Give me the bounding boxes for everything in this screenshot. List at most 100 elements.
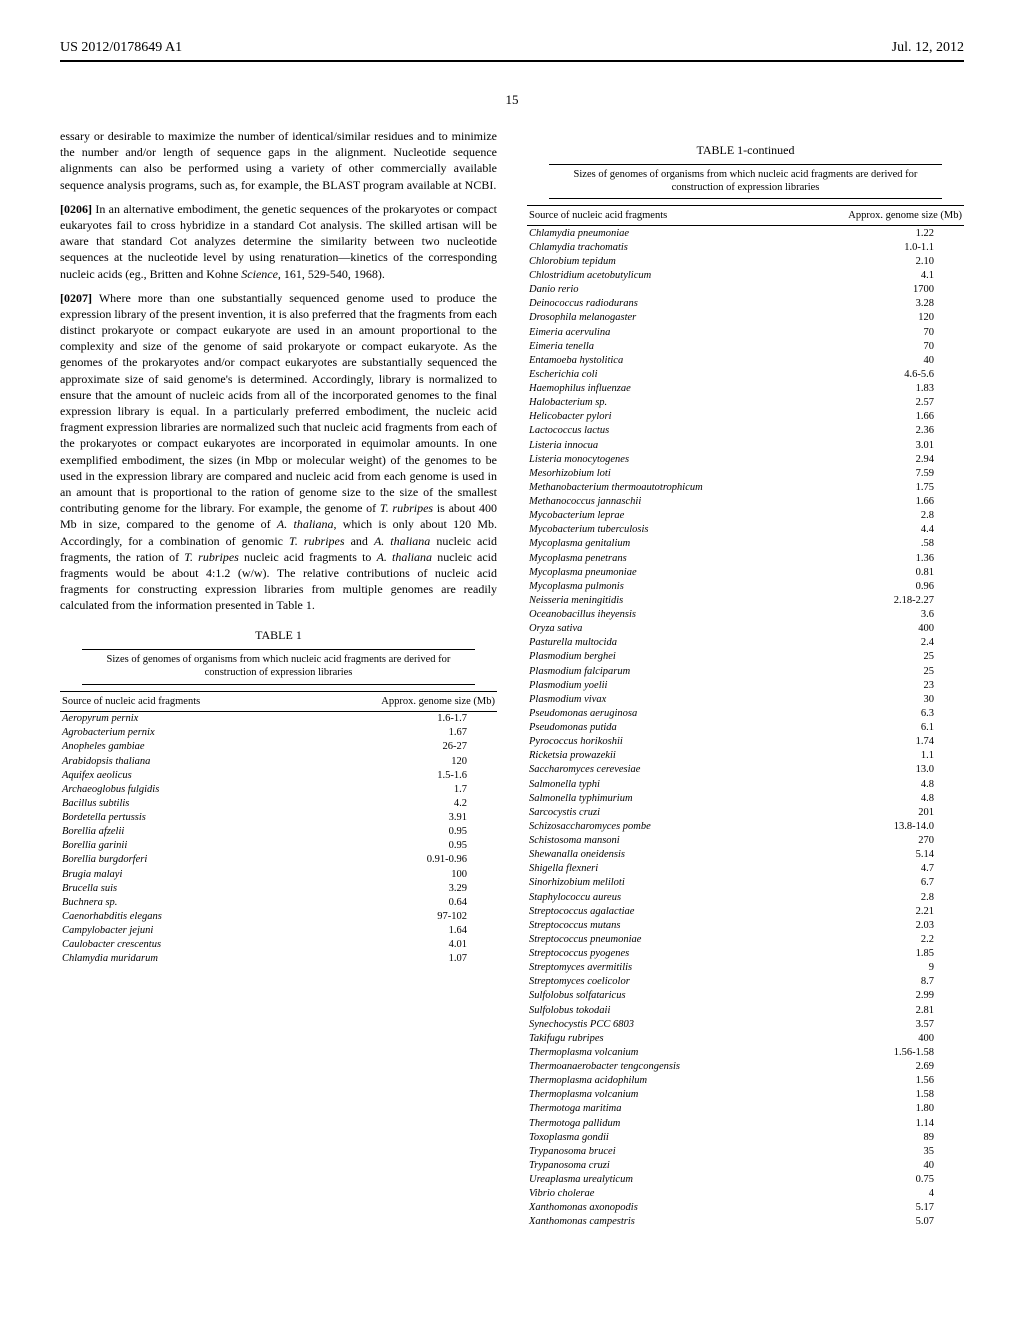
table-row: Thermoanaerobacter tengcongensis2.69 bbox=[527, 1060, 964, 1074]
table-row: Mycobacterium leprae2.8 bbox=[527, 509, 964, 523]
table-row: Plasmodium yoelii23 bbox=[527, 678, 964, 692]
organism-cell: Takifugu rubripes bbox=[527, 1031, 790, 1045]
genome-size-cell: 0.95 bbox=[299, 839, 497, 853]
organism-cell: Toxoplasma gondii bbox=[527, 1130, 790, 1144]
genome-size-cell: 2.2 bbox=[790, 932, 964, 946]
genome-size-cell: 5.07 bbox=[790, 1215, 964, 1229]
genome-size-cell: 13.0 bbox=[790, 763, 964, 777]
genome-size-cell: 1.5-1.6 bbox=[299, 768, 497, 782]
organism-cell: Thermoanaerobacter tengcongensis bbox=[527, 1060, 790, 1074]
organism-cell: Schizosaccharomyces pombe bbox=[527, 819, 790, 833]
table-row: Halobacterium sp.2.57 bbox=[527, 396, 964, 410]
organism-cell: Mycobacterium leprae bbox=[527, 509, 790, 523]
species-thaliana-1: A. thaliana bbox=[277, 517, 334, 531]
genome-size-cell: 23 bbox=[790, 678, 964, 692]
organism-cell: Mycoplasma pneumoniae bbox=[527, 565, 790, 579]
species-rubripes-1: T. rubripes bbox=[380, 501, 433, 515]
genome-size-cell: 40 bbox=[790, 1158, 964, 1172]
table-row: Methanococcus jannaschii1.66 bbox=[527, 495, 964, 509]
para-0206-tail: 161, 529-540, 1968). bbox=[281, 267, 385, 281]
table-row: Thermotoga pallidum1.14 bbox=[527, 1116, 964, 1130]
genome-size-cell: 2.57 bbox=[790, 396, 964, 410]
genome-size-cell: 1.58 bbox=[790, 1088, 964, 1102]
organism-cell: Sulfolobus tokodaii bbox=[527, 1003, 790, 1017]
para-number-0207: [0207] bbox=[60, 291, 92, 305]
organism-cell: Buchnera sp. bbox=[60, 895, 299, 909]
table-row: Archaeoglobus fulgidis1.7 bbox=[60, 782, 497, 796]
organism-cell: Plasmodium falciparum bbox=[527, 664, 790, 678]
organism-cell: Bordetella pertussis bbox=[60, 811, 299, 825]
genome-size-cell: 4.2 bbox=[299, 796, 497, 810]
genome-size-cell: 2.69 bbox=[790, 1060, 964, 1074]
species-thaliana-3: A. thaliana bbox=[377, 550, 432, 564]
citation-science: Science, bbox=[241, 267, 281, 281]
organism-cell: Salmonella typhi bbox=[527, 777, 790, 791]
organism-cell: Danio rerio bbox=[527, 283, 790, 297]
organism-cell: Aeropyrum pernix bbox=[60, 711, 299, 726]
table1-col-size: Approx. genome size (Mb) bbox=[299, 692, 497, 712]
organism-cell: Thermotoga pallidum bbox=[527, 1116, 790, 1130]
organism-cell: Staphylococcu aureus bbox=[527, 890, 790, 904]
table-row: Borellia garinii0.95 bbox=[60, 839, 497, 853]
organism-cell: Streptococcus agalactiae bbox=[527, 904, 790, 918]
genome-size-cell: 40 bbox=[790, 353, 964, 367]
table-row: Mycoplasma pulmonis0.96 bbox=[527, 579, 964, 593]
doc-number: US 2012/0178649 A1 bbox=[60, 40, 182, 56]
table-row: Mycoplasma penetrans1.36 bbox=[527, 551, 964, 565]
genome-size-cell: 1.22 bbox=[790, 226, 964, 241]
genome-size-cell: 0.64 bbox=[299, 895, 497, 909]
organism-cell: Streptococcus mutans bbox=[527, 918, 790, 932]
organism-cell: Salmonella typhimurium bbox=[527, 791, 790, 805]
genome-size-cell: 26-27 bbox=[299, 740, 497, 754]
genome-size-cell: 3.28 bbox=[790, 297, 964, 311]
paragraph-0206: [0206] In an alternative embodiment, the… bbox=[60, 201, 497, 282]
organism-cell: Pseudomonas aeruginosa bbox=[527, 706, 790, 720]
organism-cell: Mycoplasma penetrans bbox=[527, 551, 790, 565]
genome-size-cell: 1700 bbox=[790, 283, 964, 297]
genome-size-cell: 1.66 bbox=[790, 495, 964, 509]
table-row: Thermotoga maritima1.80 bbox=[527, 1102, 964, 1116]
two-column-body: essary or desirable to maximize the numb… bbox=[60, 128, 964, 1229]
genome-size-cell: 8.7 bbox=[790, 975, 964, 989]
table-row: Chlamydia trachomatis1.0-1.1 bbox=[527, 240, 964, 254]
genome-size-cell: 2.81 bbox=[790, 1003, 964, 1017]
table-row: Toxoplasma gondii89 bbox=[527, 1130, 964, 1144]
organism-cell: Mycoplasma genitalium bbox=[527, 537, 790, 551]
organism-cell: Saccharomyces cerevesiae bbox=[527, 763, 790, 777]
organism-cell: Thermoplasma acidophilum bbox=[527, 1074, 790, 1088]
table-row: Schistosoma mansoni270 bbox=[527, 834, 964, 848]
genome-size-cell: .58 bbox=[790, 537, 964, 551]
organism-cell: Trypanosoma brucei bbox=[527, 1144, 790, 1158]
left-column: essary or desirable to maximize the numb… bbox=[60, 128, 497, 1229]
table-row: Listeria monocytogenes2.94 bbox=[527, 452, 964, 466]
genome-size-cell: 270 bbox=[790, 834, 964, 848]
genome-size-cell: 13.8-14.0 bbox=[790, 819, 964, 833]
organism-cell: Sulfolobus solfataricus bbox=[527, 989, 790, 1003]
table-row: Buchnera sp.0.64 bbox=[60, 895, 497, 909]
organism-cell: Streptomyces coelicolor bbox=[527, 975, 790, 989]
table-row: Oryza sativa400 bbox=[527, 622, 964, 636]
table-row: Pseudomonas aeruginosa6.3 bbox=[527, 706, 964, 720]
table-row: Caenorhabditis elegans97-102 bbox=[60, 909, 497, 923]
genome-size-cell: 30 bbox=[790, 692, 964, 706]
table-row: Brugia malayi100 bbox=[60, 867, 497, 881]
table-row: Helicobacter pylori1.66 bbox=[527, 410, 964, 424]
organism-cell: Trypanosoma cruzi bbox=[527, 1158, 790, 1172]
organism-cell: Aquifex aeolicus bbox=[60, 768, 299, 782]
table-row: Staphylococcu aureus2.8 bbox=[527, 890, 964, 904]
table-row: Borellia afzelii0.95 bbox=[60, 825, 497, 839]
organism-cell: Xanthomonas axonopodis bbox=[527, 1201, 790, 1215]
genome-size-cell: 1.7 bbox=[299, 782, 497, 796]
table1-header-row: Source of nucleic acid fragments Approx.… bbox=[60, 692, 497, 712]
genome-size-cell: 1.56 bbox=[790, 1074, 964, 1088]
genome-size-cell: 70 bbox=[790, 339, 964, 353]
table-row: Synechocystis PCC 68033.57 bbox=[527, 1017, 964, 1031]
table-row: Sarcocystis cruzi201 bbox=[527, 805, 964, 819]
organism-cell: Sinorhizobium meliloti bbox=[527, 876, 790, 890]
genome-size-cell: 0.95 bbox=[299, 825, 497, 839]
genome-size-cell: 25 bbox=[790, 664, 964, 678]
genome-size-cell: 1.56-1.58 bbox=[790, 1045, 964, 1059]
species-rubripes-2: T. rubripes bbox=[289, 534, 345, 548]
organism-cell: Shigella flexneri bbox=[527, 862, 790, 876]
genome-size-cell: 3.01 bbox=[790, 438, 964, 452]
